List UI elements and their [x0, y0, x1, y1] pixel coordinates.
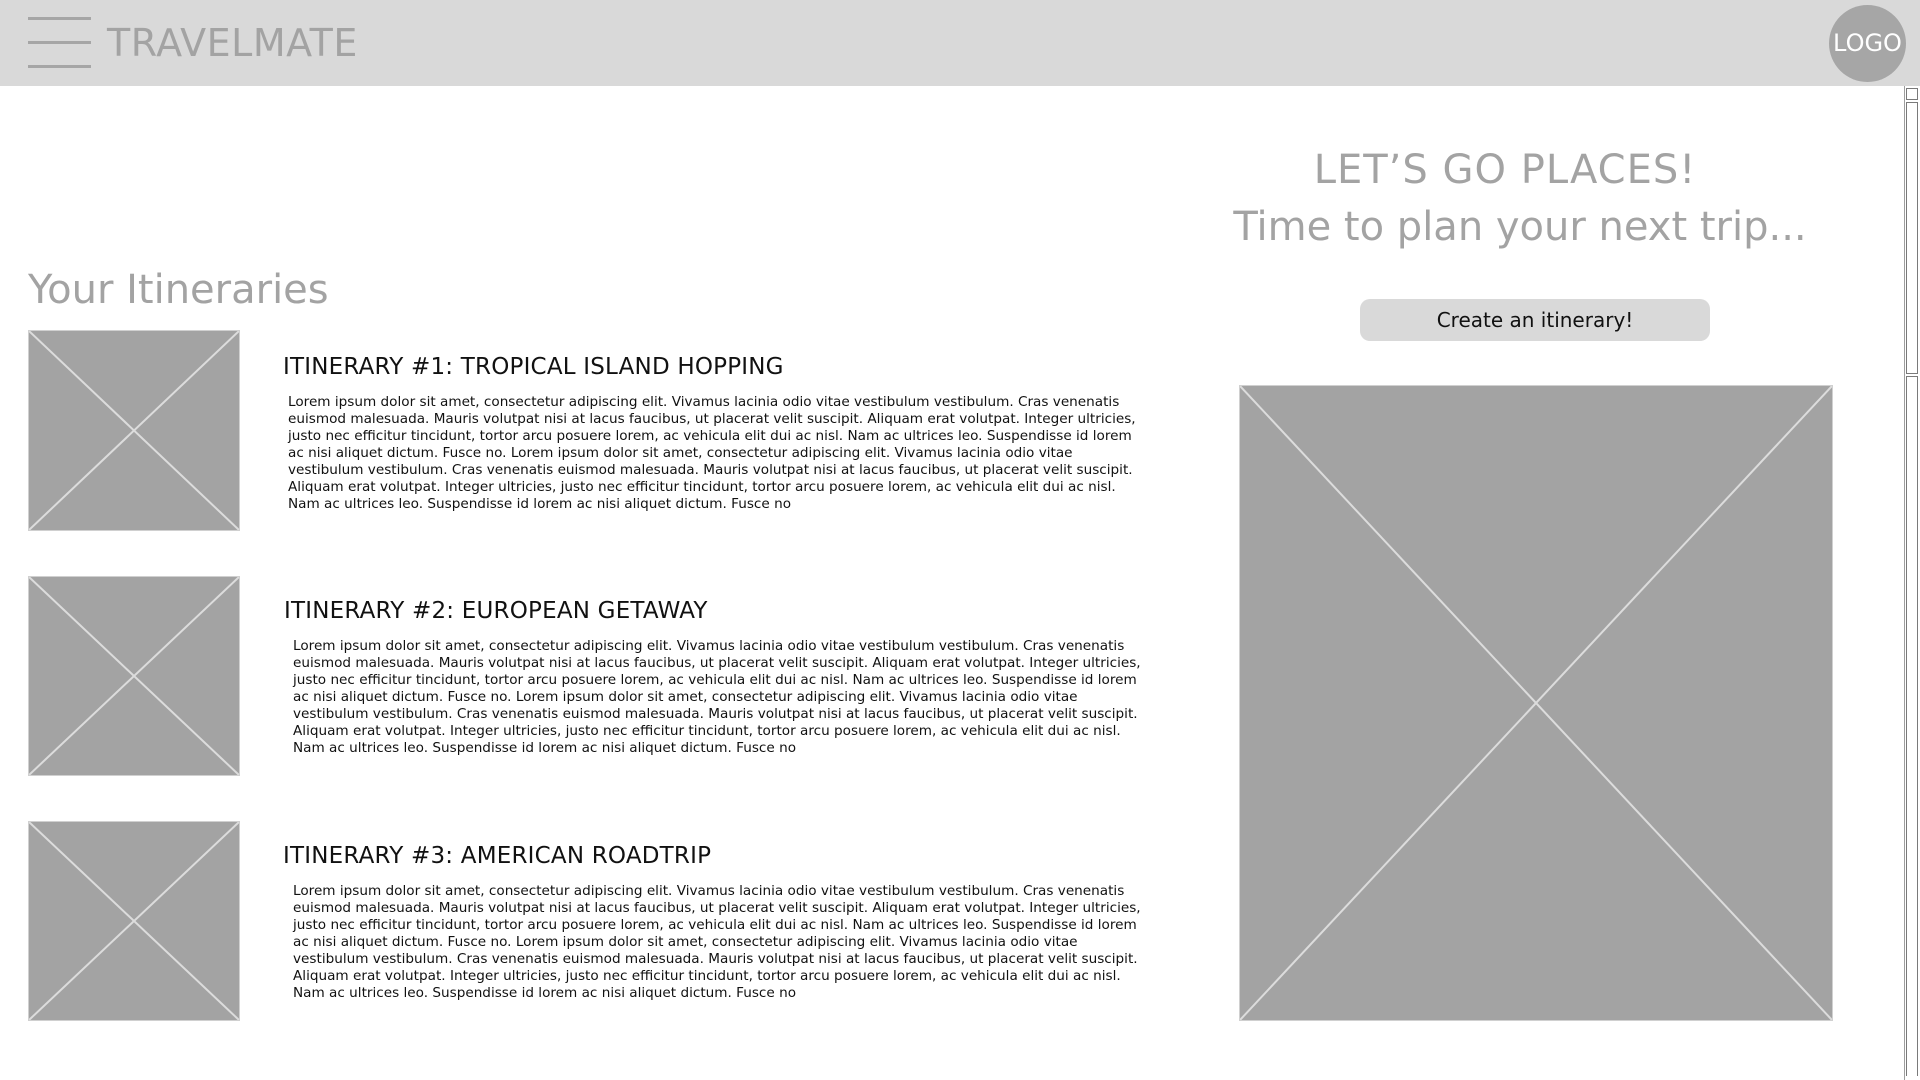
hamburger-menu-icon[interactable] [28, 17, 91, 69]
itinerary-image-placeholder[interactable] [28, 330, 240, 531]
scrollbar-track[interactable] [1906, 376, 1918, 1076]
itinerary-description: Lorem ipsum dolor sit amet, consectetur … [293, 883, 1141, 1001]
itinerary-image-placeholder[interactable] [28, 821, 240, 1021]
image-placeholder-icon [29, 822, 239, 1020]
itinerary-description: Lorem ipsum dolor sit amet, consectetur … [293, 638, 1141, 756]
app-brand-title: TRAVELMATE [107, 21, 358, 65]
top-header: TRAVELMATE LOGO [0, 0, 1920, 86]
itinerary-title[interactable]: ITINERARY #3: AMERICAN ROADTRIP [283, 841, 711, 871]
itinerary-title[interactable]: ITINERARY #1: TROPICAL ISLAND HOPPING [283, 352, 784, 382]
hero-image-placeholder [1239, 385, 1833, 1021]
hero-title: LET’S GO PLACES! [1313, 147, 1697, 193]
image-placeholder-icon [1240, 386, 1832, 1020]
itineraries-heading: Your Itineraries [28, 267, 329, 313]
menu-line [28, 41, 91, 44]
itinerary-title[interactable]: ITINERARY #2: EUROPEAN GETAWAY [284, 596, 708, 626]
itinerary-description: Lorem ipsum dolor sit amet, consectetur … [288, 394, 1136, 512]
scrollbar-thumb[interactable] [1906, 102, 1918, 374]
create-itinerary-button[interactable]: Create an itinerary! [1360, 299, 1710, 341]
image-placeholder-icon [29, 577, 239, 775]
itinerary-image-placeholder[interactable] [28, 576, 240, 776]
menu-line [28, 65, 91, 68]
logo-avatar[interactable]: LOGO [1829, 5, 1906, 82]
image-placeholder-icon [29, 331, 239, 530]
hero-subtitle: Time to plan your next trip... [1233, 204, 1807, 250]
scroll-up-arrow-icon[interactable] [1906, 88, 1918, 100]
menu-line [28, 17, 91, 20]
